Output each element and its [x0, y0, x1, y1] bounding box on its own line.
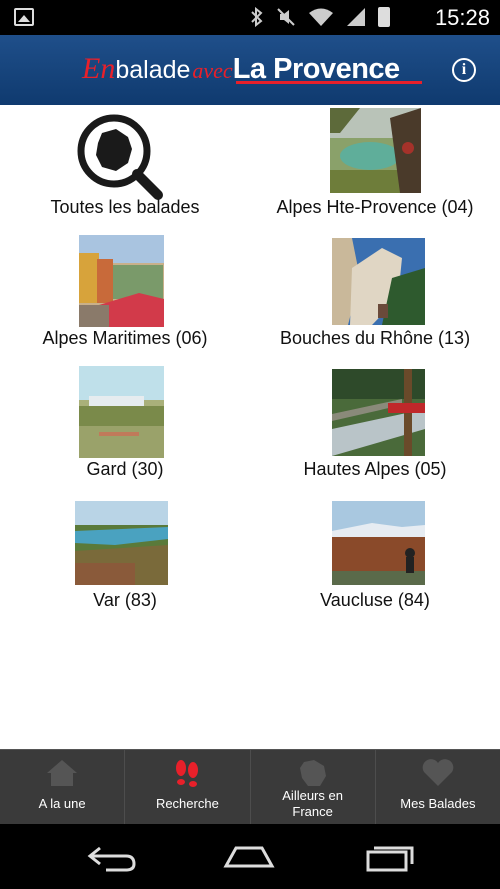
region-grid: Toutes les balades Alpes Hte-Provence (0… — [0, 105, 500, 749]
bottom-nav: A la une Recherche Ailleurs en France Me… — [0, 749, 500, 824]
app-logo: En balade avec La Provence — [82, 52, 400, 90]
region-alpes-hte-provence[interactable]: Alpes Hte-Provence (04) — [250, 105, 500, 236]
region-alpes-maritimes[interactable]: Alpes Maritimes (06) — [0, 235, 250, 367]
france-map-icon — [299, 760, 326, 786]
nav-label: A la une — [38, 796, 86, 811]
logo-balade: balade — [115, 56, 191, 84]
region-label: Var (83) — [93, 590, 157, 610]
region-gard[interactable]: Gard (30) — [0, 366, 250, 498]
region-hautes-alpes[interactable]: Hautes Alpes (05) — [250, 367, 500, 498]
recents-icon[interactable] — [364, 842, 418, 872]
nav-label-line1: Ailleurs en — [282, 788, 343, 803]
photo-bay-icon — [75, 501, 168, 585]
region-label: Bouches du Rhône (13) — [279, 328, 471, 348]
nav-label: Ailleurs en France — [251, 788, 375, 820]
nav-label: Recherche — [155, 796, 219, 811]
photo-market-icon — [79, 235, 164, 327]
status-icons — [250, 6, 390, 28]
logo-avec: avec — [192, 58, 233, 83]
heart-icon — [422, 759, 454, 786]
photo-bridge-icon — [332, 369, 425, 456]
nav-ailleurs-en-france[interactable]: Ailleurs en France — [251, 750, 376, 824]
region-label: Gard (30) — [86, 459, 164, 479]
image-icon — [14, 8, 34, 26]
nav-label: Mes Balades — [400, 796, 476, 811]
home-icon[interactable] — [222, 842, 276, 872]
photo-lake-icon — [330, 108, 421, 193]
clock: 15:28 — [434, 5, 490, 30]
region-label: Hautes Alpes (05) — [303, 459, 447, 479]
region-label: Vaucluse (84) — [320, 590, 430, 610]
signal-icon — [347, 8, 365, 26]
bluetooth-icon — [251, 7, 263, 27]
app-bar: En balade avec La Provence — [0, 35, 500, 105]
region-var[interactable]: Var (83) — [0, 498, 250, 629]
region-toutes-les-balades[interactable]: Toutes les balades — [0, 105, 250, 236]
system-nav — [0, 824, 500, 889]
logo-underline — [236, 81, 422, 84]
region-label: Alpes Hte-Provence (04) — [276, 197, 474, 217]
region-label: Toutes les balades — [50, 197, 200, 217]
home-icon — [47, 760, 78, 786]
region-bouches-du-rhone[interactable]: Bouches du Rhône (13) — [250, 236, 500, 367]
footprints-icon — [176, 760, 199, 787]
photo-cyclist-icon — [332, 501, 425, 585]
back-icon[interactable] — [86, 842, 140, 872]
nav-label-line2: France — [292, 804, 333, 819]
wifi-icon — [309, 8, 333, 26]
photo-rocks-icon — [332, 238, 425, 325]
search-france-icon — [72, 111, 172, 201]
region-vaucluse[interactable]: Vaucluse (84) — [250, 498, 500, 629]
battery-icon — [378, 7, 390, 27]
nav-recherche[interactable]: Recherche — [125, 750, 251, 824]
region-label: Alpes Maritimes (06) — [42, 328, 208, 348]
mute-icon — [277, 8, 295, 26]
logo-en: En — [82, 52, 116, 85]
status-bar: 15:28 — [0, 0, 500, 35]
nav-mes-balades[interactable]: Mes Balades — [376, 750, 500, 824]
photo-village-icon — [79, 366, 164, 458]
info-button[interactable]: i — [452, 58, 476, 82]
nav-a-la-une[interactable]: A la une — [0, 750, 126, 824]
